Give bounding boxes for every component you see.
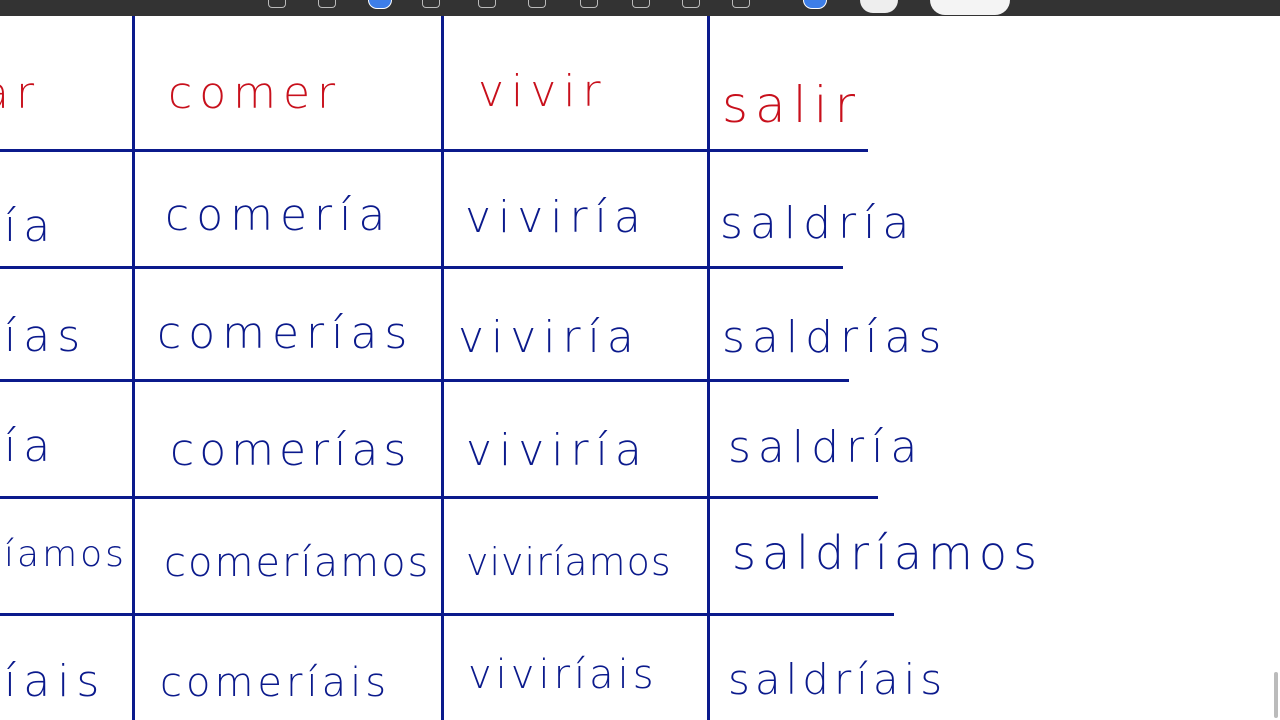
camera-icon[interactable] [682, 0, 700, 8]
color-swatch-button[interactable] [930, 0, 1010, 15]
lasso-icon[interactable] [478, 0, 496, 8]
table-cell: saldría [720, 198, 917, 249]
table-cell: saldríamos [732, 526, 1043, 580]
table-cell: viviríamos [466, 540, 672, 584]
header-cell: salir [722, 76, 863, 134]
table-cell: viviríais [468, 652, 658, 698]
table-cell: viviría [465, 192, 648, 243]
table-cell: viviría [458, 312, 641, 363]
table-cell: íamos [4, 534, 127, 575]
pointer-icon[interactable] [732, 0, 750, 8]
table-cell: ía [4, 421, 58, 472]
color-white-button[interactable] [860, 0, 898, 13]
table-cell: ía [4, 201, 58, 252]
highlighter-icon[interactable] [368, 0, 392, 9]
table-cell: viviría [466, 425, 649, 476]
table-cell: comerías [170, 425, 412, 476]
shape-icon[interactable] [528, 0, 546, 8]
table-cell: comeríais [160, 660, 391, 706]
image-icon[interactable] [580, 0, 598, 8]
color-blue-button[interactable] [803, 0, 827, 9]
table-cell: saldría [728, 422, 925, 473]
toolbar [0, 0, 1280, 16]
table-cell: saldríais [728, 655, 948, 704]
table-cell: saldrías [722, 312, 949, 363]
table-cell: comerías [157, 308, 415, 359]
header-cell: ar [0, 68, 42, 119]
table-cell: comería [165, 190, 393, 241]
header-cell: comer [168, 68, 343, 119]
first-column-clipped: ar ía ías ía íamos íais [0, 16, 133, 720]
scrollbar[interactable] [1274, 672, 1278, 718]
header-cell: vivir [478, 66, 608, 117]
keyboard-icon[interactable] [268, 0, 286, 8]
pen-icon[interactable] [318, 0, 336, 8]
row-divider [0, 613, 894, 616]
table-cell: ías [4, 311, 88, 362]
table-cell: íais [4, 656, 107, 707]
eraser-icon[interactable] [422, 0, 440, 8]
table-cell: comeríamos [164, 540, 431, 586]
text-icon[interactable] [632, 0, 650, 8]
